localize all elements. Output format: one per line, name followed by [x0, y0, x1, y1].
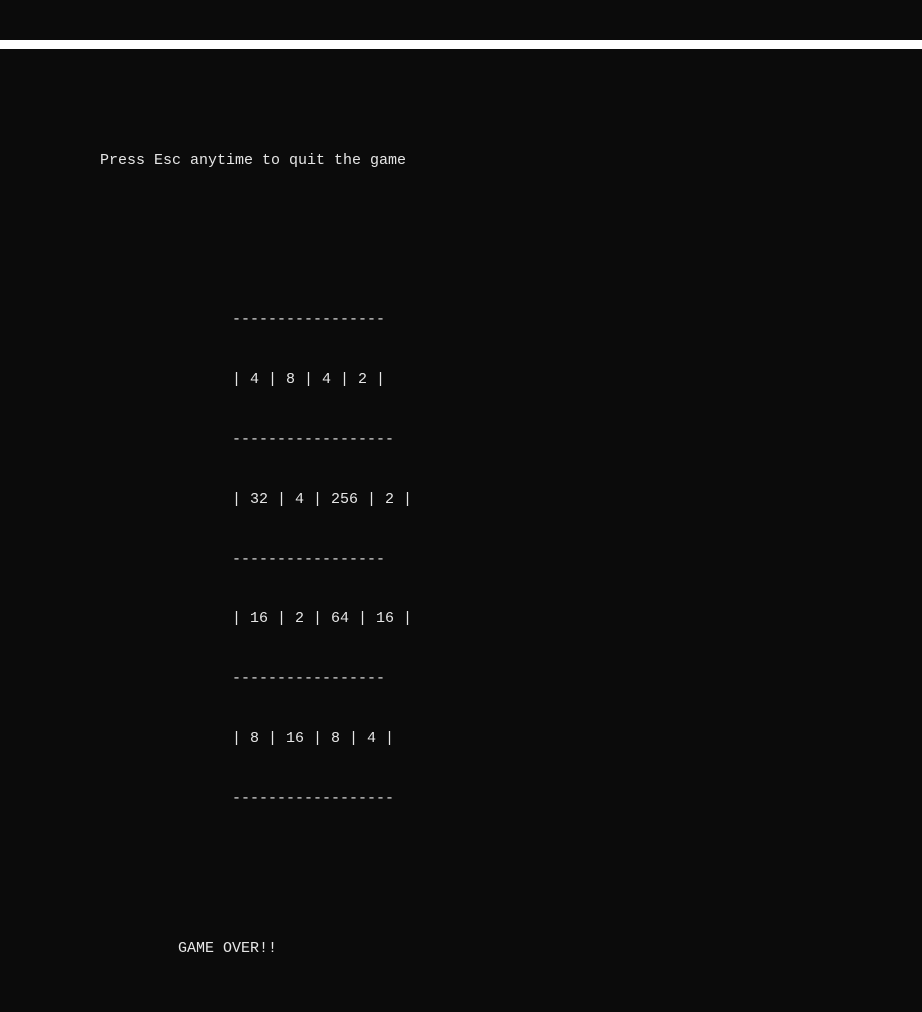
terminal-screen: Press Esc anytime to quit the game -----…	[0, 0, 922, 506]
board-divider: ------------------	[232, 430, 922, 450]
window-title-bar	[0, 40, 922, 49]
board-divider: -----------------	[232, 550, 922, 570]
board-row-3: | 8 | 16 | 8 | 4 |	[232, 729, 922, 749]
board-row-0: | 4 | 8 | 4 | 2 |	[232, 370, 922, 390]
game-over-message: GAME OVER!!	[0, 889, 922, 959]
board-divider: -----------------	[232, 669, 922, 689]
terminal-content: Press Esc anytime to quit the game -----…	[0, 89, 922, 999]
board-row-1: | 32 | 4 | 256 | 2 |	[232, 490, 922, 510]
board-row-2: | 16 | 2 | 64 | 16 |	[232, 609, 922, 629]
quit-hint: Press Esc anytime to quit the game	[0, 151, 922, 231]
game-board: ----------------- | 4 | 8 | 4 | 2 | ----…	[0, 270, 922, 848]
board-divider: ------------------	[232, 789, 922, 809]
board-divider: -----------------	[232, 310, 922, 330]
